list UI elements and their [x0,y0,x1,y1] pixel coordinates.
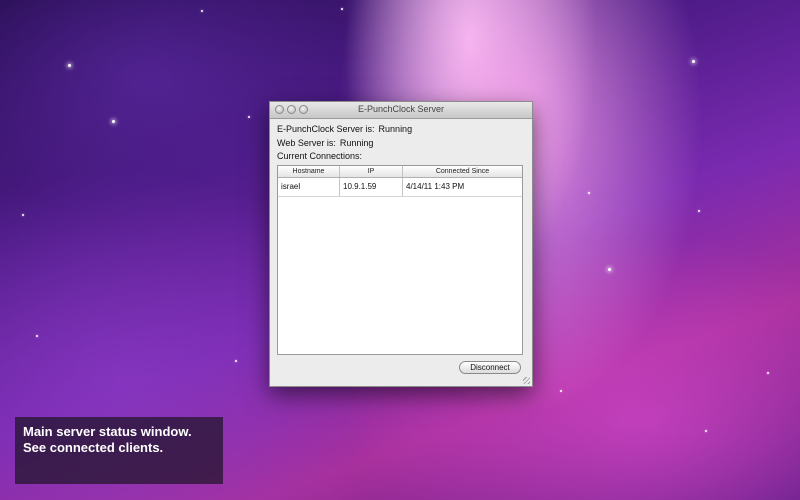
server-status-label: E-PunchClock Server is: [277,124,375,134]
star [22,214,24,216]
web-status-label: Web Server is: [277,138,336,148]
table-row[interactable]: israel 10.9.1.59 4/14/11 1:43 PM [278,178,522,197]
window-title: E-PunchClock Server [357,104,445,114]
star [36,335,38,337]
star [201,10,203,12]
star [698,210,700,212]
star [608,268,611,271]
star [248,116,250,118]
title-bar[interactable]: E-PunchClock Server [270,102,532,119]
star [68,64,71,67]
server-status-window: E-PunchClock Server E-PunchClock Server … [269,101,533,387]
disconnect-button[interactable]: Disconnect [459,361,521,374]
web-status-line: Web Server is: Running [277,138,373,148]
star [692,60,695,63]
connections-label: Current Connections: [277,151,363,161]
star [341,8,343,10]
connections-table[interactable]: Hostname IP Connected Since israel 10.9.… [277,165,523,355]
cell-connected-since: 4/14/11 1:43 PM [406,182,465,191]
star [235,360,237,362]
caption-text: Main server status window. See connected… [23,424,192,455]
web-status-value: Running [339,138,374,148]
star [767,372,769,374]
table-header: Hostname IP Connected Since [278,166,522,178]
server-status-line: E-PunchClock Server is: Running [277,124,412,134]
star [560,390,562,392]
resize-grip-icon[interactable] [523,377,530,384]
star [112,120,115,123]
cell-hostname: israel [278,178,340,196]
column-header-ip[interactable]: IP [340,166,403,177]
server-status-value: Running [378,124,413,134]
caption-box: Main server status window. See connected… [15,417,223,484]
star [705,430,707,432]
column-header-connected-since[interactable]: Connected Since [403,166,522,177]
column-header-hostname[interactable]: Hostname [278,166,340,177]
star [588,192,590,194]
cell-ip: 10.9.1.59 [340,178,403,196]
